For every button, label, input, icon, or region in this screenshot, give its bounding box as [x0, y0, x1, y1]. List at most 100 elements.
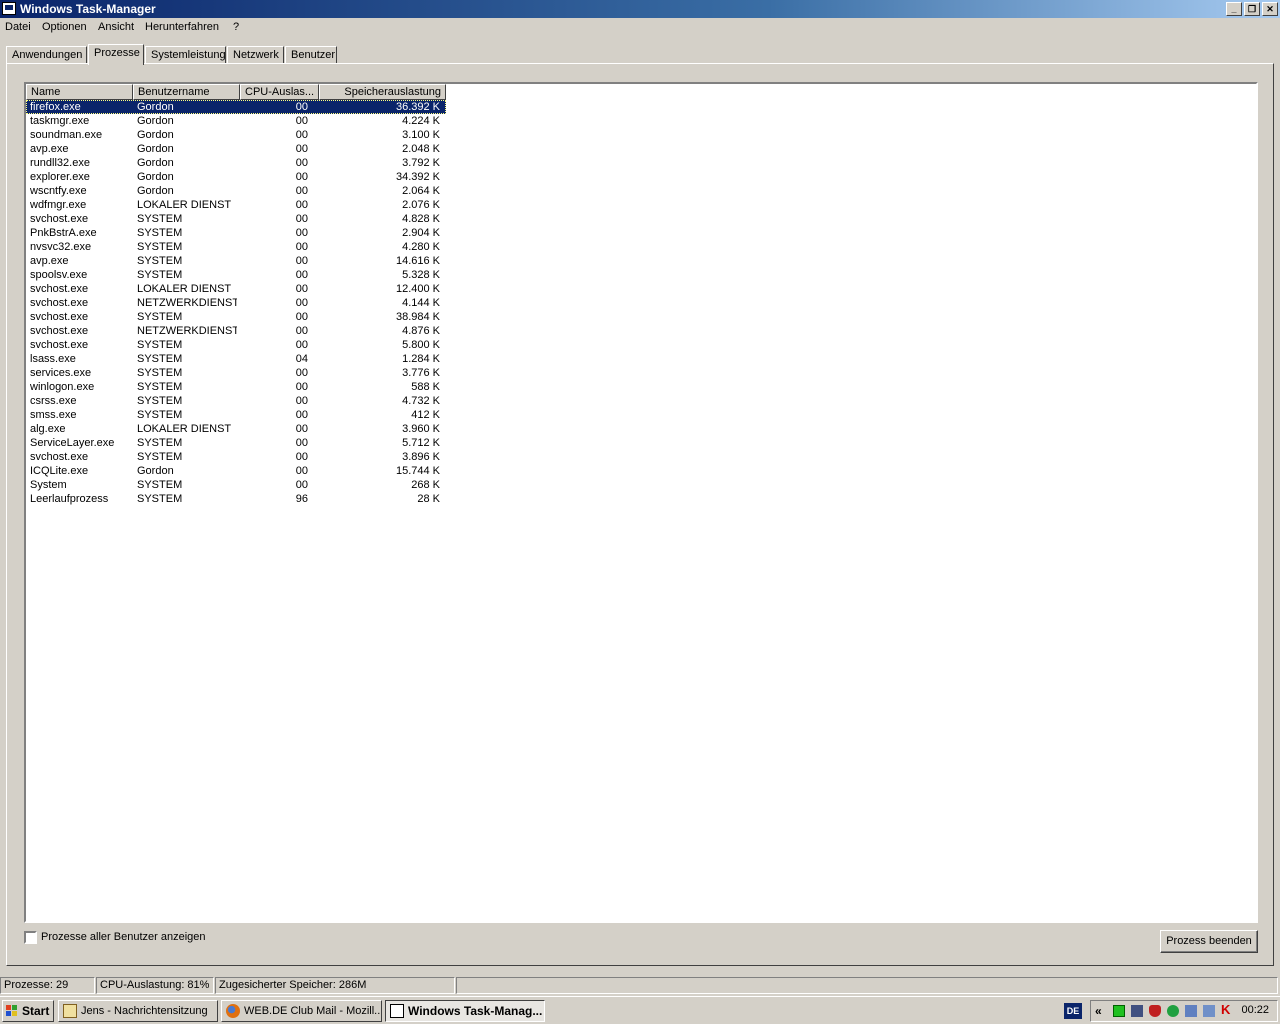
process-user: SYSTEM: [137, 395, 183, 407]
taskmanager-icon: [2, 2, 16, 15]
table-row[interactable]: ServiceLayer.exe SYSTEM 00 5.712 K: [26, 436, 446, 450]
kaspersky-icon[interactable]: K: [1221, 1003, 1233, 1016]
process-memory: 15.744 K: [395, 465, 440, 477]
table-row[interactable]: winlogon.exe SYSTEM 00 588 K: [26, 380, 446, 394]
tab-prozesse[interactable]: Prozesse: [88, 44, 144, 65]
process-cpu: 00: [295, 367, 308, 379]
table-row[interactable]: smss.exe SYSTEM 00 412 K: [26, 408, 446, 422]
table-row[interactable]: svchost.exe SYSTEM 00 3.896 K: [26, 450, 446, 464]
table-row[interactable]: System SYSTEM 00 268 K: [26, 478, 446, 492]
process-name: spoolsv.exe: [30, 269, 88, 281]
tab-netzwerk[interactable]: Netzwerk: [227, 46, 284, 64]
column-header-name[interactable]: Name: [26, 84, 133, 100]
start-button[interactable]: Start: [2, 1000, 54, 1022]
icq-flower-icon[interactable]: [1167, 1005, 1179, 1017]
process-cpu: 00: [295, 269, 308, 281]
title-bar[interactable]: Windows Task-Manager _ ❐ ✕: [0, 0, 1280, 18]
taskbar-item-firefox[interactable]: WEB.DE Club Mail - Mozill...: [221, 1000, 382, 1022]
clock: 00:22: [1241, 1004, 1269, 1016]
process-memory: 4.876 K: [402, 325, 440, 337]
process-memory: 5.712 K: [402, 437, 440, 449]
table-row[interactable]: wdfmgr.exe LOKALER DIENST 00 2.076 K: [26, 198, 446, 212]
table-row[interactable]: ICQLite.exe Gordon 00 15.744 K: [26, 464, 446, 478]
menu-herunterfahren[interactable]: Herunterfahren: [145, 21, 219, 33]
process-name: svchost.exe: [30, 339, 89, 351]
shield-icon[interactable]: [1149, 1005, 1161, 1017]
table-row[interactable]: svchost.exe LOKALER DIENST 00 12.400 K: [26, 282, 446, 296]
process-list[interactable]: Name Benutzername CPU-Auslas... Speicher…: [24, 82, 1258, 923]
monitor-icon[interactable]: [1203, 1005, 1215, 1017]
table-row[interactable]: nvsvc32.exe SYSTEM 00 4.280 K: [26, 240, 446, 254]
process-user: SYSTEM: [137, 437, 183, 449]
table-row[interactable]: svchost.exe NETZWERKDIENST 00 4.876 K: [26, 324, 446, 338]
process-cpu: 00: [295, 437, 308, 449]
process-memory: 34.392 K: [395, 171, 440, 183]
table-row[interactable]: alg.exe LOKALER DIENST 00 3.960 K: [26, 422, 446, 436]
process-memory: 4.224 K: [402, 115, 440, 127]
table-row[interactable]: soundman.exe Gordon 00 3.100 K: [26, 128, 446, 142]
show-all-users-checkbox[interactable]: [24, 931, 37, 944]
tab-systemleistung[interactable]: Systemleistung: [145, 46, 226, 64]
process-memory: 3.100 K: [402, 129, 440, 141]
process-cpu: 00: [295, 227, 308, 239]
end-process-button[interactable]: Prozess beenden: [1160, 930, 1258, 953]
process-user: SYSTEM: [137, 213, 183, 225]
column-header-cpu[interactable]: CPU-Auslas...: [240, 84, 319, 100]
tab-benutzer[interactable]: Benutzer: [285, 46, 337, 64]
menu-optionen[interactable]: Optionen: [42, 21, 87, 33]
computer-icon[interactable]: [1185, 1005, 1197, 1017]
taskbar-item-messenger[interactable]: Jens - Nachrichtensitzung: [58, 1000, 218, 1022]
language-indicator[interactable]: DE: [1064, 1003, 1082, 1019]
table-row[interactable]: taskmgr.exe Gordon 00 4.224 K: [26, 114, 446, 128]
process-name: Leerlaufprozess: [30, 493, 109, 505]
table-row[interactable]: avp.exe Gordon 00 2.048 K: [26, 142, 446, 156]
process-memory: 412 K: [411, 409, 440, 421]
table-row[interactable]: svchost.exe NETZWERKDIENST 00 4.144 K: [26, 296, 446, 310]
maximize-button[interactable]: ❐: [1244, 2, 1260, 16]
table-row[interactable]: services.exe SYSTEM 00 3.776 K: [26, 366, 446, 380]
process-user: SYSTEM: [137, 269, 183, 281]
tab-anwendungen[interactable]: Anwendungen: [6, 46, 87, 64]
minimize-button[interactable]: _: [1226, 2, 1242, 16]
process-name: ICQLite.exe: [30, 465, 89, 477]
table-row[interactable]: lsass.exe SYSTEM 04 1.284 K: [26, 352, 446, 366]
process-name: alg.exe: [30, 423, 66, 435]
menu-datei[interactable]: Datei: [5, 21, 31, 33]
window-controls: _ ❐ ✕: [1224, 2, 1278, 16]
process-memory: 5.800 K: [402, 339, 440, 351]
column-header-user[interactable]: Benutzername: [133, 84, 240, 100]
process-name: avp.exe: [30, 255, 69, 267]
process-user: SYSTEM: [137, 479, 183, 491]
process-name: taskmgr.exe: [30, 115, 90, 127]
column-header-memory[interactable]: Speicherauslastung: [319, 84, 446, 100]
table-row[interactable]: explorer.exe Gordon 00 34.392 K: [26, 170, 446, 184]
table-row[interactable]: spoolsv.exe SYSTEM 00 5.328 K: [26, 268, 446, 282]
table-row[interactable]: csrss.exe SYSTEM 00 4.732 K: [26, 394, 446, 408]
show-all-users-label: Prozesse aller Benutzer anzeigen: [41, 931, 206, 943]
table-row[interactable]: svchost.exe SYSTEM 00 4.828 K: [26, 212, 446, 226]
firefox-icon: [226, 1004, 240, 1018]
tray-expand-icon[interactable]: «: [1095, 1004, 1102, 1018]
process-cpu: 00: [295, 157, 308, 169]
taskbar-item-taskmanager[interactable]: Windows Task-Manag...: [385, 1000, 545, 1022]
taskbar-item-label: WEB.DE Club Mail - Mozill...: [244, 1005, 382, 1017]
table-row[interactable]: Leerlaufprozess SYSTEM 96 28 K: [26, 492, 446, 506]
menu-help[interactable]: ?: [233, 21, 239, 33]
table-row[interactable]: rundll32.exe Gordon 00 3.792 K: [26, 156, 446, 170]
taskmanager-cpu-icon[interactable]: [1113, 1005, 1125, 1017]
process-name: System: [30, 479, 67, 491]
table-row[interactable]: svchost.exe SYSTEM 00 5.800 K: [26, 338, 446, 352]
process-name: svchost.exe: [30, 451, 89, 463]
network-icon[interactable]: [1131, 1005, 1143, 1017]
process-name: svchost.exe: [30, 213, 89, 225]
table-row[interactable]: wscntfy.exe Gordon 00 2.064 K: [26, 184, 446, 198]
table-row[interactable]: firefox.exe Gordon 00 36.392 K: [26, 100, 446, 114]
table-row[interactable]: PnkBstrA.exe SYSTEM 00 2.904 K: [26, 226, 446, 240]
process-memory: 2.076 K: [402, 199, 440, 211]
taskmanager-icon: [390, 1004, 404, 1018]
table-row[interactable]: svchost.exe SYSTEM 00 38.984 K: [26, 310, 446, 324]
process-user: Gordon: [137, 143, 174, 155]
menu-ansicht[interactable]: Ansicht: [98, 21, 134, 33]
close-button[interactable]: ✕: [1262, 2, 1278, 16]
table-row[interactable]: avp.exe SYSTEM 00 14.616 K: [26, 254, 446, 268]
